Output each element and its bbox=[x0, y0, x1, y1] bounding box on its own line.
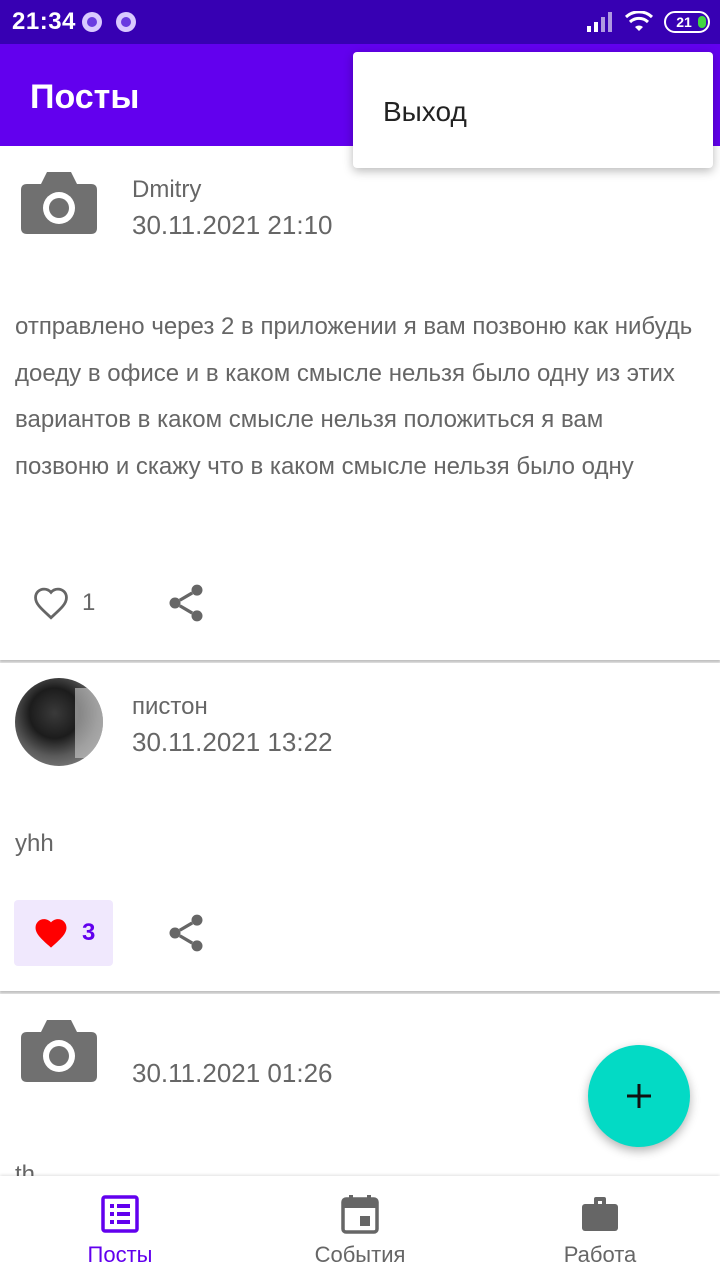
post-card: пистон 30.11.2021 13:22 yhh 3 bbox=[0, 663, 720, 991]
like-count: 1 bbox=[82, 589, 96, 616]
avatar bbox=[15, 678, 103, 766]
post-content: отправлено через 2 в приложении я вам по… bbox=[15, 313, 693, 480]
nav-label: Посты bbox=[87, 1242, 153, 1267]
add-post-button[interactable] bbox=[588, 1045, 690, 1147]
camera-icon bbox=[15, 1008, 103, 1096]
nav-item-work[interactable]: Работа bbox=[480, 1176, 720, 1280]
like-button[interactable]: 3 bbox=[14, 900, 114, 966]
post-date: 30.11.2021 13:22 bbox=[132, 727, 333, 757]
bottom-navigation: Посты События Работа bbox=[0, 1176, 720, 1280]
nav-label: События bbox=[314, 1242, 406, 1267]
nav-item-events[interactable]: События bbox=[240, 1176, 480, 1280]
heart-outline-icon bbox=[34, 587, 68, 620]
post-author: пистон bbox=[132, 693, 208, 720]
battery-level: 21 bbox=[676, 14, 692, 30]
camera-icon bbox=[15, 160, 103, 248]
post-content: yhh bbox=[15, 830, 54, 857]
post-author: Dmitry bbox=[132, 176, 202, 203]
nav-label: Работа bbox=[563, 1242, 637, 1267]
post-date: 30.11.2021 21:10 bbox=[132, 210, 333, 240]
status-bar: 21:34 21 bbox=[0, 0, 720, 44]
overflow-menu: Выход bbox=[353, 52, 713, 168]
signal-icon bbox=[587, 12, 612, 32]
notification-icon bbox=[82, 12, 102, 32]
heart-filled-icon bbox=[35, 919, 67, 948]
like-count: 3 bbox=[82, 919, 96, 946]
battery-icon: 21 bbox=[664, 11, 710, 33]
post-date: 30.11.2021 01:26 bbox=[132, 1058, 333, 1088]
post-feed[interactable]: Dmitry 30.11.2021 21:10 отправлено через… bbox=[0, 146, 720, 1176]
list-icon bbox=[101, 1195, 139, 1233]
page-title: Посты bbox=[30, 78, 140, 116]
plus-icon bbox=[627, 1084, 651, 1108]
post-card: Dmitry 30.11.2021 21:10 отправлено через… bbox=[0, 146, 720, 660]
briefcase-icon bbox=[582, 1197, 618, 1231]
wifi-icon bbox=[624, 11, 654, 31]
like-button[interactable]: 1 bbox=[14, 570, 113, 636]
menu-item-logout[interactable]: Выход bbox=[383, 96, 467, 128]
nav-item-posts[interactable]: Посты bbox=[0, 1176, 240, 1280]
notification-icon bbox=[116, 12, 136, 32]
share-icon[interactable] bbox=[164, 581, 208, 625]
calendar-icon bbox=[341, 1195, 379, 1234]
share-icon[interactable] bbox=[164, 911, 208, 955]
status-time: 21:34 bbox=[12, 8, 76, 35]
post-content: th bbox=[15, 1161, 36, 1176]
